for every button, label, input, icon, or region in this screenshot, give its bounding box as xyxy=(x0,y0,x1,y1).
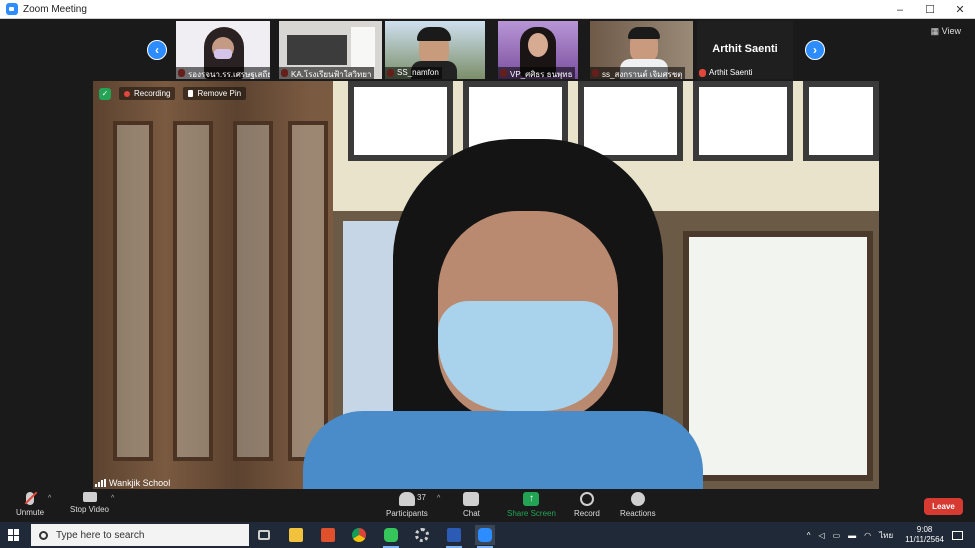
meeting-toolbar: Unmute ^ Stop Video ^ Participants 37 ^ … xyxy=(0,490,975,522)
minimize-button[interactable]: – xyxy=(885,0,915,19)
share-screen-button[interactable]: ↑ Share Screen xyxy=(507,492,556,518)
participants-icon xyxy=(398,492,415,506)
camera-icon xyxy=(82,492,97,502)
windows-start-icon[interactable] xyxy=(8,529,20,541)
line-icon[interactable] xyxy=(381,525,401,548)
signal-strength-icon xyxy=(95,479,106,487)
title-bar: Zoom Meeting – ☐ ✕ xyxy=(0,0,975,19)
participant-thumbnail[interactable]: Arthit Saenti Arthit Saenti xyxy=(697,21,793,79)
record-dot-icon xyxy=(124,90,130,97)
network-icon[interactable]: ▭ xyxy=(833,531,841,540)
participant-name: KA.โรงเรียนฟ้าใสวิทยา xyxy=(279,67,375,79)
search-placeholder: Type here to search xyxy=(56,529,145,541)
participant-thumbnail[interactable]: รองรจนา.รร.เศรษฐเสถียรฯ xyxy=(176,21,270,79)
shield-icon[interactable]: ✓ xyxy=(99,87,111,100)
video-options-caret[interactable]: ^ xyxy=(111,495,114,502)
office-icon[interactable] xyxy=(318,525,338,545)
pin-icon xyxy=(188,90,194,97)
view-label: View xyxy=(941,26,961,36)
participants-label: Participants xyxy=(386,509,428,518)
chat-label: Chat xyxy=(463,509,480,518)
windows-taskbar: Type here to search ^ ◁ ▭ ▬ ◠ ไทย 9:08 1… xyxy=(0,522,975,548)
remove-pin-label: Remove Pin xyxy=(197,89,242,98)
task-view-icon[interactable] xyxy=(254,525,274,545)
participants-count: 37 xyxy=(417,493,426,502)
close-button[interactable]: ✕ xyxy=(945,0,975,19)
participant-name: รองรจนา.รร.เศรษฐเสถียรฯ xyxy=(176,67,270,79)
participant-name: VP_ศศิธร ธนพุทธ xyxy=(498,67,576,79)
gallery-next-button[interactable]: › xyxy=(805,40,825,60)
system-tray: ^ ◁ ▭ ▬ ◠ ไทย 9:08 11/11/2564 xyxy=(803,522,975,548)
audio-options-caret[interactable]: ^ xyxy=(48,495,51,502)
clock-date: 11/11/2564 xyxy=(905,535,944,544)
search-icon xyxy=(39,530,48,540)
share-screen-label: Share Screen xyxy=(507,509,556,518)
battery-icon[interactable]: ▬ xyxy=(848,531,856,540)
share-screen-icon: ↑ xyxy=(523,492,540,506)
reactions-icon xyxy=(630,492,645,506)
wifi-icon[interactable]: ◠ xyxy=(864,531,871,540)
speaker-name: Wankjik School xyxy=(109,478,171,488)
chat-icon xyxy=(463,492,480,506)
reactions-label: Reactions xyxy=(620,509,656,518)
participant-name: Arthit Saenti xyxy=(709,68,753,77)
participant-name-large: Arthit Saenti xyxy=(712,43,778,55)
stop-video-button[interactable]: Stop Video xyxy=(70,492,109,514)
unmute-button[interactable]: Unmute xyxy=(16,492,44,517)
notification-icon[interactable] xyxy=(952,530,963,540)
gallery-prev-button[interactable]: ‹ xyxy=(147,40,167,60)
leave-button[interactable]: Leave xyxy=(924,498,963,515)
taskbar-clock[interactable]: 9:08 11/11/2564 xyxy=(905,525,944,545)
word-icon[interactable] xyxy=(444,525,464,548)
active-speaker-video[interactable]: ✓ Recording Remove Pin Wankjik School xyxy=(93,81,879,489)
taskbar-search-input[interactable]: Type here to search xyxy=(31,524,249,546)
file-explorer-icon[interactable] xyxy=(286,525,306,545)
participant-thumbnail[interactable]: VP_ศศิธร ธนพุทธ xyxy=(498,21,578,79)
remove-pin-button[interactable]: Remove Pin xyxy=(183,87,247,100)
speaker-name-tag: Wankjik School xyxy=(95,478,170,488)
settings-icon[interactable] xyxy=(412,525,432,545)
zoom-app-icon xyxy=(6,3,18,15)
record-label: Record xyxy=(574,509,600,518)
participant-name: ss_สงกรานต์ เจิมศรชตุ xyxy=(590,67,686,79)
stop-video-label: Stop Video xyxy=(70,505,109,514)
participant-name: SS_namfon xyxy=(385,67,442,79)
participant-thumbnail[interactable]: SS_namfon xyxy=(385,21,485,79)
tray-chevron-icon[interactable]: ^ xyxy=(807,531,811,540)
participant-thumbnail[interactable]: KA.โรงเรียนฟ้าใสวิทยา xyxy=(279,21,382,79)
clock-time: 9:08 xyxy=(916,525,933,534)
maximize-button[interactable]: ☐ xyxy=(915,0,945,19)
view-button[interactable]: ▦ View xyxy=(931,26,961,37)
volume-icon[interactable]: ◁ xyxy=(818,531,824,540)
reactions-button[interactable]: Reactions xyxy=(620,492,656,518)
participant-thumbnail[interactable]: ss_สงกรานต์ เจิมศรชตุ xyxy=(590,21,693,79)
stage-overlay: ✓ Recording Remove Pin xyxy=(99,87,247,100)
record-icon xyxy=(579,492,594,506)
window-title: Zoom Meeting xyxy=(23,3,87,15)
grid-icon: ▦ xyxy=(930,26,940,36)
window-controls: – ☐ ✕ xyxy=(885,0,975,19)
recording-indicator[interactable]: Recording xyxy=(119,87,176,100)
mic-muted-icon xyxy=(26,492,34,505)
meeting-area: ‹ รองรจนา.รร.เศรษฐเสถียรฯ KA.โรงเรียนฟ้า… xyxy=(0,19,975,490)
zoom-icon[interactable] xyxy=(475,525,495,548)
record-button[interactable]: Record xyxy=(574,492,600,518)
chat-button[interactable]: Chat xyxy=(463,492,480,518)
unmute-label: Unmute xyxy=(16,508,45,517)
recording-label: Recording xyxy=(134,89,171,98)
chrome-icon[interactable] xyxy=(349,525,369,545)
participants-options-caret[interactable]: ^ xyxy=(437,495,440,502)
language-indicator[interactable]: ไทย xyxy=(879,529,893,542)
